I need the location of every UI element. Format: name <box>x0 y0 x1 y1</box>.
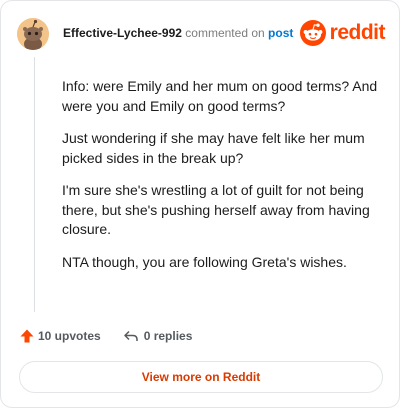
comment-paragraph: NTA though, you are following Greta's wi… <box>62 253 347 270</box>
comment-meta: Effective-Lychee-992 commented on post <box>63 26 293 40</box>
username-link[interactable]: Effective-Lychee-992 <box>63 26 182 40</box>
upvote-arrow-icon <box>20 329 34 343</box>
post-link[interactable]: post <box>268 26 293 40</box>
upvotes-count: 10 upvotes <box>38 329 101 343</box>
comment-header: Effective-Lychee-992 commented on post r… <box>15 15 386 51</box>
thread-line <box>34 57 35 312</box>
reddit-logo[interactable]: reddit <box>299 20 386 46</box>
replies-button[interactable]: 0 replies <box>123 328 193 344</box>
comment-paragraph: Just wondering if she may have felt like… <box>62 130 365 166</box>
comment-paragraph: Info: were Emily and her mum on good ter… <box>62 78 378 114</box>
replies-count: 0 replies <box>143 329 193 343</box>
comment-paragraph: I'm sure she's wrestling a lot of guilt … <box>62 182 370 237</box>
comment-body: Info: were Emily and her mum on good ter… <box>62 77 382 285</box>
upvote-button[interactable]: 10 upvotes <box>19 328 101 344</box>
reply-arrow-icon <box>123 330 138 341</box>
user-avatar[interactable] <box>17 18 49 50</box>
embedded-comment-card: Effective-Lychee-992 commented on post r… <box>0 0 400 408</box>
reddit-wordmark: reddit <box>329 21 386 44</box>
view-more-on-reddit-button[interactable]: View more on Reddit <box>19 361 383 393</box>
comment-actions: 10 upvotes 0 replies <box>19 327 192 345</box>
reddit-snoo-logo-icon <box>299 20 326 46</box>
action-text: commented on <box>185 26 265 40</box>
snoo-avatar-icon <box>17 18 49 50</box>
